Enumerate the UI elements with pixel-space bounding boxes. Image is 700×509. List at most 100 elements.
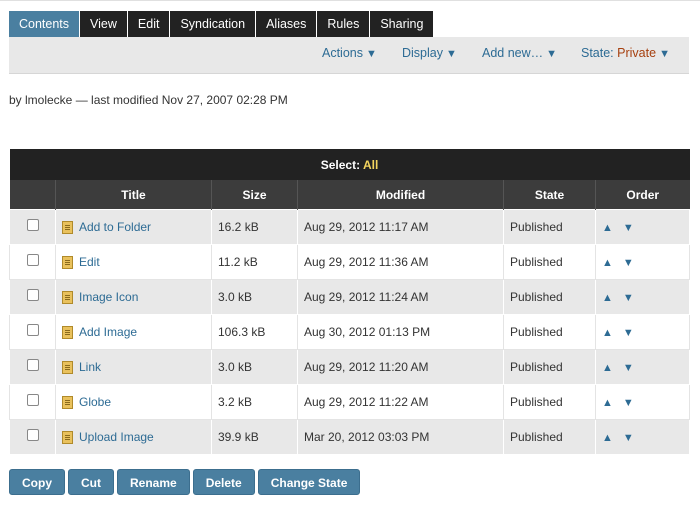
- item-state: Published: [503, 384, 596, 420]
- file-icon: [62, 291, 73, 305]
- header-modified[interactable]: Modified: [297, 180, 504, 210]
- file-icon: [62, 256, 73, 270]
- copy-button[interactable]: Copy: [9, 469, 65, 495]
- state-menu-label: State:: [581, 46, 614, 60]
- move-down-icon[interactable]: ▼: [623, 327, 634, 339]
- row-checkbox[interactable]: [26, 358, 39, 371]
- rename-button[interactable]: Rename: [117, 469, 190, 495]
- actions-menu[interactable]: Actions ▼: [322, 46, 377, 60]
- tab-edit[interactable]: Edit: [127, 11, 170, 37]
- delete-button[interactable]: Delete: [192, 469, 255, 495]
- item-size: 3.0 kB: [211, 349, 298, 385]
- item-modified: Aug 29, 2012 11:17 AM: [297, 209, 504, 245]
- move-up-icon[interactable]: ▲: [602, 432, 613, 444]
- chevron-down-icon: ▼: [446, 48, 457, 60]
- select-row: Select: All: [9, 149, 690, 180]
- item-modified: Mar 20, 2012 03:03 PM: [297, 419, 504, 455]
- content-toolbar: Actions ▼ Display ▼ Add new… ▼ State: Priva…: [9, 37, 689, 74]
- move-up-icon[interactable]: ▲: [602, 397, 613, 409]
- table-row: Link 3.0 kB Aug 29, 2012 11:20 AM Publis…: [9, 349, 691, 385]
- state-value: Private: [617, 46, 657, 60]
- table-row: Add to Folder 16.2 kB Aug 29, 2012 11:17…: [9, 209, 691, 245]
- item-size: 106.3 kB: [211, 314, 298, 350]
- item-modified: Aug 29, 2012 11:22 AM: [297, 384, 504, 420]
- chevron-down-icon: ▼: [546, 48, 558, 60]
- tab-view[interactable]: View: [80, 11, 127, 37]
- item-title-link[interactable]: Add to Folder: [79, 220, 151, 234]
- header-size[interactable]: Size: [211, 180, 298, 210]
- file-icon: [62, 396, 73, 410]
- move-up-icon[interactable]: ▲: [602, 362, 613, 374]
- row-checkbox[interactable]: [26, 218, 39, 231]
- move-down-icon[interactable]: ▼: [623, 397, 634, 409]
- chevron-down-icon: ▼: [366, 48, 377, 60]
- file-icon: [62, 431, 73, 445]
- table-row: Edit 11.2 kB Aug 29, 2012 11:36 AM Publi…: [9, 244, 691, 280]
- item-modified: Aug 29, 2012 11:24 AM: [297, 279, 504, 315]
- move-down-icon[interactable]: ▼: [623, 362, 634, 374]
- document-byline: by lmolecke — last modified Nov 27, 2007…: [9, 93, 288, 107]
- tab-aliases[interactable]: Aliases: [256, 11, 317, 37]
- top-divider: [0, 0, 700, 1]
- move-down-icon[interactable]: ▼: [623, 432, 634, 444]
- select-all-link[interactable]: All: [363, 158, 378, 172]
- table-row: Add Image 106.3 kB Aug 30, 2012 01:13 PM…: [9, 314, 691, 350]
- row-checkbox[interactable]: [26, 323, 39, 336]
- move-down-icon[interactable]: ▼: [623, 292, 634, 304]
- table-row: Globe 3.2 kB Aug 29, 2012 11:22 AM Publi…: [9, 384, 691, 420]
- item-title-link[interactable]: Edit: [79, 255, 100, 269]
- header-state[interactable]: State: [503, 180, 596, 210]
- item-state: Published: [503, 279, 596, 315]
- row-checkbox[interactable]: [26, 393, 39, 406]
- table-header: Title Size Modified State Order: [9, 180, 690, 210]
- move-up-icon[interactable]: ▲: [602, 257, 613, 269]
- add-new-menu[interactable]: Add new… ▼: [482, 46, 557, 60]
- tab-rules[interactable]: Rules: [317, 11, 370, 37]
- item-size: 3.2 kB: [211, 384, 298, 420]
- item-size: 16.2 kB: [211, 209, 298, 245]
- chevron-down-icon: ▼: [659, 48, 670, 60]
- move-up-icon[interactable]: ▲: [602, 327, 613, 339]
- file-icon: [62, 326, 73, 340]
- change-state-button[interactable]: Change State: [257, 469, 361, 495]
- file-icon: [62, 221, 73, 235]
- item-modified: Aug 29, 2012 11:36 AM: [297, 244, 504, 280]
- table-row: Image Icon 3.0 kB Aug 29, 2012 11:24 AM …: [9, 279, 691, 315]
- cut-button[interactable]: Cut: [68, 469, 114, 495]
- row-checkbox[interactable]: [26, 253, 39, 266]
- select-label: Select:: [320, 157, 361, 172]
- item-title-link[interactable]: Image Icon: [79, 290, 138, 304]
- display-menu-label: Display: [402, 46, 443, 60]
- move-down-icon[interactable]: ▼: [623, 222, 634, 234]
- tab-sharing[interactable]: Sharing: [370, 11, 434, 37]
- state-menu[interactable]: State: Private ▼: [581, 46, 670, 60]
- action-buttons: Copy Cut Rename Delete Change State: [9, 469, 363, 495]
- item-size: 39.9 kB: [211, 419, 298, 455]
- content-tabs: Contents View Edit Syndication Aliases R…: [9, 11, 434, 37]
- item-title-link[interactable]: Add Image: [79, 325, 137, 339]
- move-down-icon[interactable]: ▼: [623, 257, 634, 269]
- item-state: Published: [503, 349, 596, 385]
- tab-syndication[interactable]: Syndication: [170, 11, 256, 37]
- item-state: Published: [503, 419, 596, 455]
- tab-contents[interactable]: Contents: [9, 11, 80, 37]
- header-checkbox: [9, 180, 56, 210]
- header-title[interactable]: Title: [55, 180, 212, 210]
- actions-menu-label: Actions: [322, 46, 363, 60]
- item-title-link[interactable]: Link: [79, 360, 101, 374]
- row-checkbox[interactable]: [26, 288, 39, 301]
- item-state: Published: [503, 209, 596, 245]
- add-new-menu-label: Add new…: [482, 46, 544, 60]
- move-up-icon[interactable]: ▲: [602, 222, 613, 234]
- folder-contents-table: Select: All Title Size Modified State Or…: [9, 149, 691, 455]
- item-size: 11.2 kB: [211, 244, 298, 280]
- move-up-icon[interactable]: ▲: [602, 292, 613, 304]
- item-modified: Aug 29, 2012 11:20 AM: [297, 349, 504, 385]
- item-modified: Aug 30, 2012 01:13 PM: [297, 314, 504, 350]
- display-menu[interactable]: Display ▼: [402, 46, 457, 60]
- item-title-link[interactable]: Globe: [79, 395, 111, 409]
- item-state: Published: [503, 244, 596, 280]
- item-title-link[interactable]: Upload Image: [79, 430, 154, 444]
- row-checkbox[interactable]: [26, 428, 39, 441]
- file-icon: [62, 361, 73, 375]
